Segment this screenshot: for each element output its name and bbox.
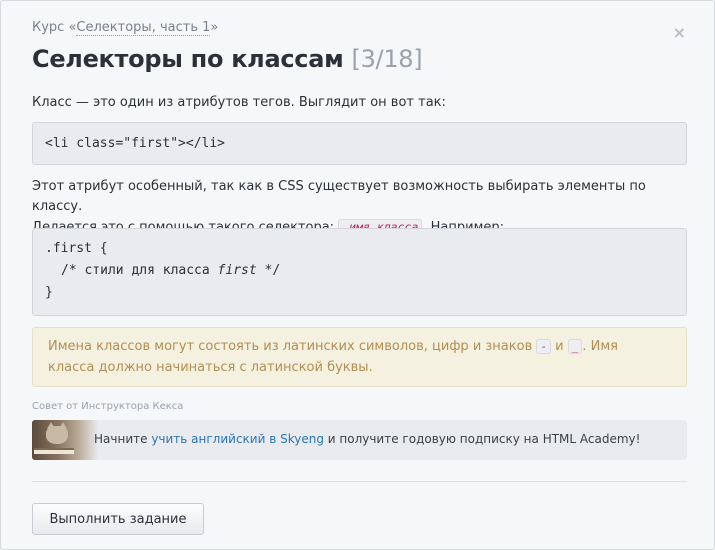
ad-text-part: Начните bbox=[94, 432, 152, 446]
breadcrumb-suffix: » bbox=[210, 20, 219, 35]
hint-box: Имена классов могут состоять из латински… bbox=[32, 327, 687, 387]
task-modal: × Курс «Селекторы, часть 1» Селекторы по… bbox=[0, 0, 715, 550]
code-example-html: <li class="first"></li> bbox=[32, 122, 687, 165]
hint-text: и bbox=[551, 339, 568, 354]
breadcrumb-prefix: Курс « bbox=[32, 20, 77, 35]
ad-text: Начните учить английский в Skyeng и полу… bbox=[94, 432, 640, 446]
breadcrumb: Курс «Селекторы, часть 1» bbox=[32, 20, 219, 36]
hint-text: Имена классов могут состоять из латински… bbox=[48, 339, 537, 354]
description-line-1: Этот атрибут особенный, так как в CSS су… bbox=[32, 179, 646, 214]
submit-task-button[interactable]: Выполнить задание bbox=[32, 503, 204, 535]
intro-text: Класс — это один из атрибутов тегов. Выг… bbox=[32, 95, 446, 110]
divider bbox=[32, 481, 687, 482]
title-text: Селекторы по классам bbox=[32, 45, 344, 73]
close-icon[interactable]: × bbox=[673, 23, 686, 42]
code-comment-emphasis: first bbox=[217, 263, 257, 278]
code-line: /* стили для класса first */ bbox=[45, 260, 674, 282]
advice-label: Совет от Инструктора Кекса bbox=[32, 401, 184, 412]
code-line: .first { bbox=[45, 241, 108, 256]
code-comment-part: /* стили для класса bbox=[61, 263, 218, 278]
ad-text-part: и получите годовую подписку на HTML Acad… bbox=[323, 432, 641, 446]
code-line: <li class="first"></li> bbox=[45, 136, 226, 151]
code-example-css: .first { /* стили для класса first */ } bbox=[32, 228, 687, 316]
page-title: Селекторы по классам [3/18] bbox=[32, 45, 423, 73]
hint-line-2: класса должно начинаться с латинской бук… bbox=[48, 360, 373, 375]
code-comment-part: */ bbox=[256, 263, 281, 278]
hint-key-underscore: _ bbox=[567, 339, 583, 354]
ad-link[interactable]: учить английский в Skyeng bbox=[151, 432, 324, 446]
course-link[interactable]: Селекторы, часть 1 bbox=[76, 20, 211, 36]
code-line: } bbox=[45, 285, 53, 300]
hint-key-dash: - bbox=[536, 339, 552, 354]
ad-banner: Начните учить английский в Skyeng и полу… bbox=[32, 420, 687, 460]
cat-image bbox=[32, 420, 98, 460]
hint-line-1: Имена классов могут состоять из латински… bbox=[48, 336, 671, 357]
hint-text: . Имя bbox=[582, 339, 618, 354]
step-counter: [3/18] bbox=[351, 45, 423, 73]
